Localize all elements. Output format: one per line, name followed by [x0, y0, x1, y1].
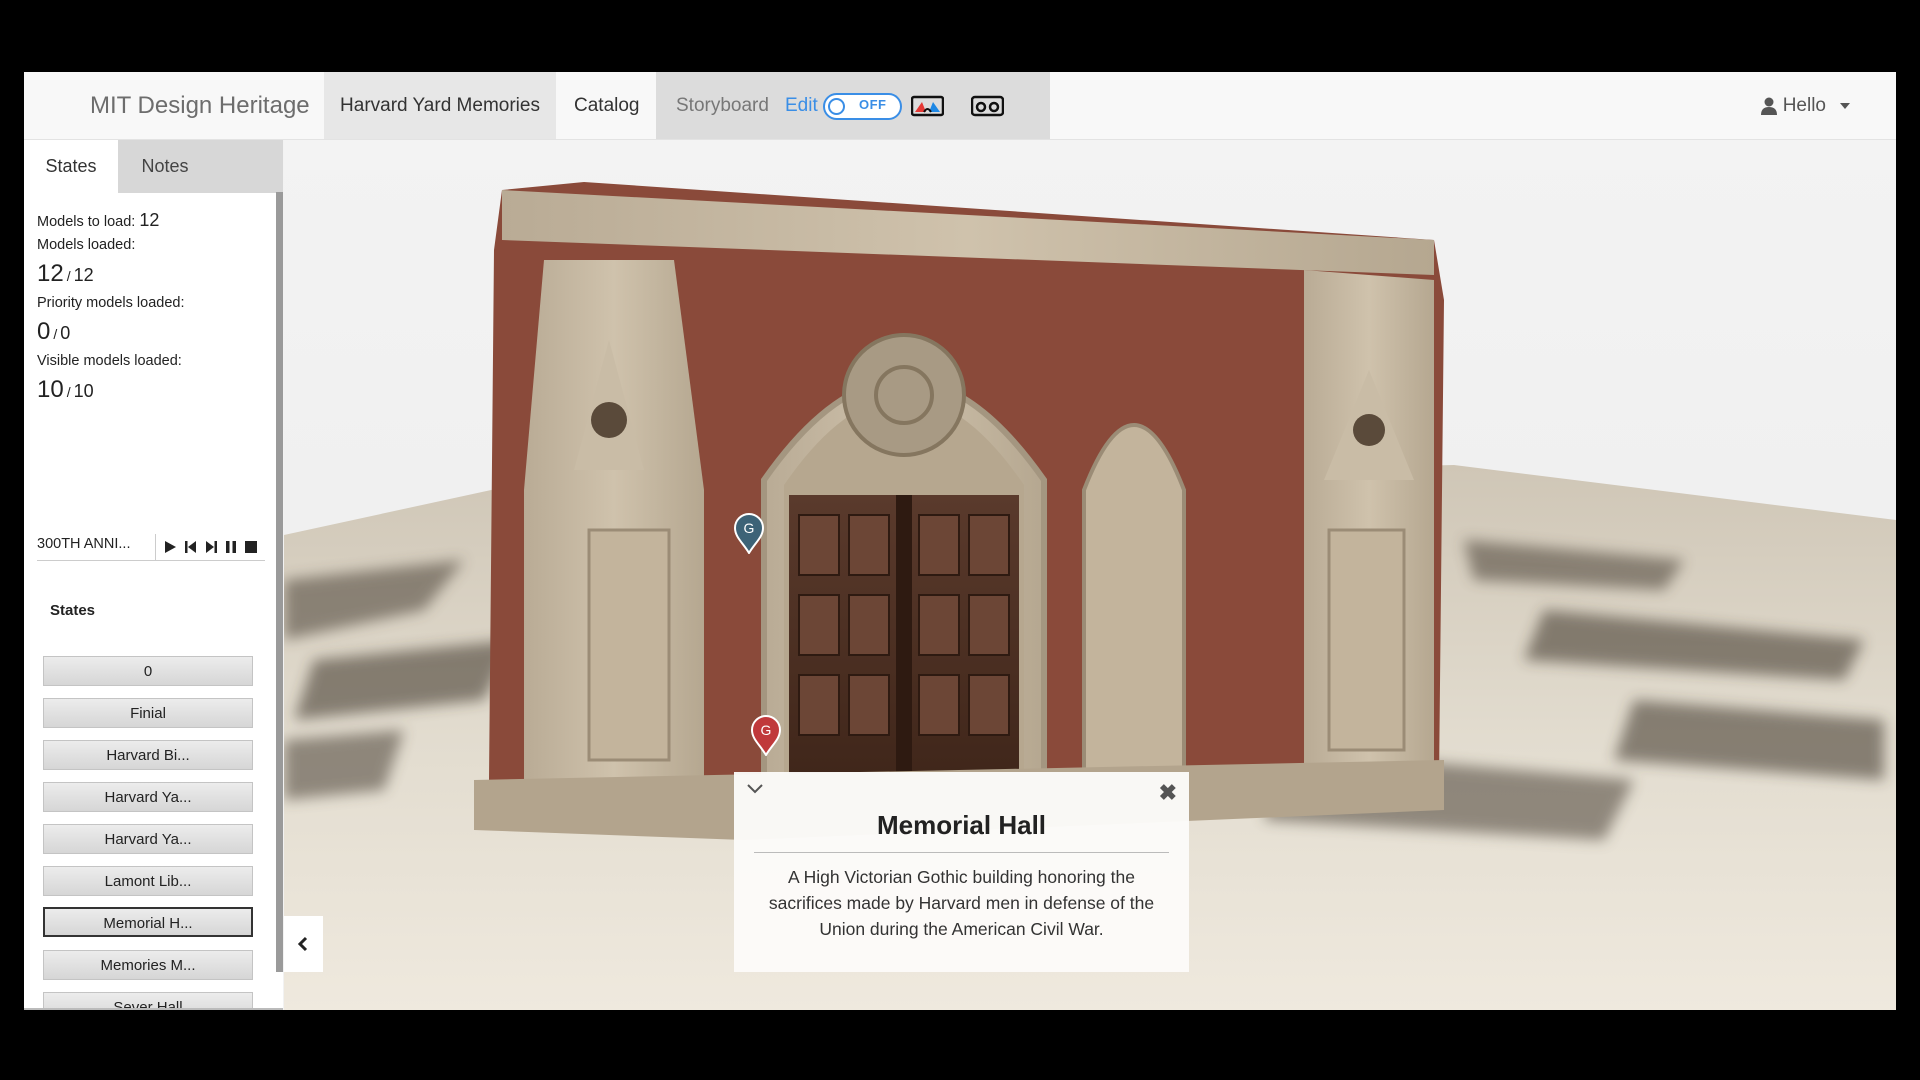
marker-label: G [761, 722, 772, 738]
skip-forward-icon[interactable] [204, 540, 218, 554]
models-loaded-stat: 12/12 [37, 260, 94, 288]
models-loaded-label: Models loaded: [37, 237, 136, 253]
priority-loaded-value: 0 [37, 318, 51, 345]
state-button[interactable]: Harvard Ya... [43, 782, 253, 812]
state-button[interactable]: Harvard Bi... [43, 740, 253, 770]
chevron-left-icon [297, 936, 308, 952]
storyboard-player: 300TH ANNI... [37, 530, 265, 561]
close-icon[interactable]: ✖ [1159, 780, 1177, 806]
visible-models-label: Visible models loaded: [37, 353, 182, 369]
pause-icon[interactable] [224, 540, 238, 554]
map-marker-icon[interactable]: G [750, 714, 782, 756]
skip-back-icon[interactable] [184, 540, 198, 554]
priority-models-stat: 0/0 [37, 318, 70, 346]
playlist-name[interactable]: 300TH ANNI... [37, 536, 130, 552]
state-button[interactable]: 0 [43, 656, 253, 686]
user-icon [1760, 97, 1777, 115]
nav-link-storyboard[interactable]: Storyboard [676, 72, 769, 139]
state-button-active[interactable]: Memorial H... [43, 907, 253, 937]
info-card-description: A High Victorian Gothic building honorin… [768, 867, 1155, 939]
anaglyph-glasses-icon[interactable] [911, 95, 944, 117]
models-loaded-total: 12 [73, 265, 94, 285]
divider [754, 852, 1169, 853]
info-card: ✖ Memorial Hall A High Victorian Gothic … [734, 772, 1189, 972]
sidebar-scrollbar[interactable] [276, 192, 283, 972]
priority-models-label: Priority models loaded: [37, 295, 185, 311]
vr-headset-icon[interactable] [971, 95, 1004, 117]
states-list-title: States [50, 602, 96, 619]
models-to-load-stat: Models to load: 12 [37, 210, 159, 231]
app-window: MIT Design Heritage Harvard Yard Memorie… [24, 72, 1896, 1010]
sidebar-bottom-bar [24, 1008, 283, 1010]
marker-label: G [744, 520, 755, 536]
sidebar-tabs: States Notes [24, 140, 283, 193]
state-button[interactable]: Lamont Lib... [43, 866, 253, 896]
play-icon[interactable] [163, 540, 177, 554]
models-to-load-label: Models to load: [37, 214, 136, 230]
storyboard-group: Storyboard Edit OFF [656, 72, 1050, 139]
slash: / [66, 268, 71, 284]
tab-states[interactable]: States [24, 140, 118, 193]
slash: / [53, 326, 58, 342]
edit-toggle[interactable]: OFF [823, 93, 902, 120]
visible-total: 10 [73, 381, 94, 401]
user-menu[interactable]: Hello [1760, 72, 1850, 139]
user-greeting: Hello [1782, 95, 1826, 116]
info-card-title: Memorial Hall [876, 810, 1047, 840]
state-button[interactable]: Harvard Ya... [43, 824, 253, 854]
player-divider [155, 534, 156, 560]
slash: / [66, 384, 71, 400]
state-button[interactable]: Finial [43, 698, 253, 728]
state-button[interactable]: Memories M... [43, 950, 253, 980]
tab-notes[interactable]: Notes [118, 140, 212, 193]
sidebar: States Notes Models to load: 12 Models l… [24, 140, 283, 1010]
navbar: MIT Design Heritage Harvard Yard Memorie… [24, 72, 1896, 140]
collapse-sidebar-button[interactable] [284, 916, 323, 972]
edit-label[interactable]: Edit [785, 72, 818, 139]
caret-down-icon [1840, 102, 1850, 109]
brand-title[interactable]: MIT Design Heritage [90, 72, 310, 139]
map-marker-icon[interactable]: G [733, 512, 765, 554]
models-loaded-value: 12 [37, 260, 64, 287]
nav-link-catalog[interactable]: Catalog [574, 72, 640, 139]
toggle-state-text: OFF [859, 97, 887, 112]
chevron-down-icon[interactable] [746, 782, 764, 794]
priority-total: 0 [60, 323, 71, 343]
visible-loaded-value: 10 [37, 376, 64, 403]
models-to-load-value: 12 [139, 210, 160, 230]
stop-icon[interactable] [244, 540, 258, 554]
visible-models-stat: 10/10 [37, 376, 94, 404]
toggle-knob [828, 98, 845, 115]
nav-link-harvard-yard-memories[interactable]: Harvard Yard Memories [324, 72, 556, 139]
